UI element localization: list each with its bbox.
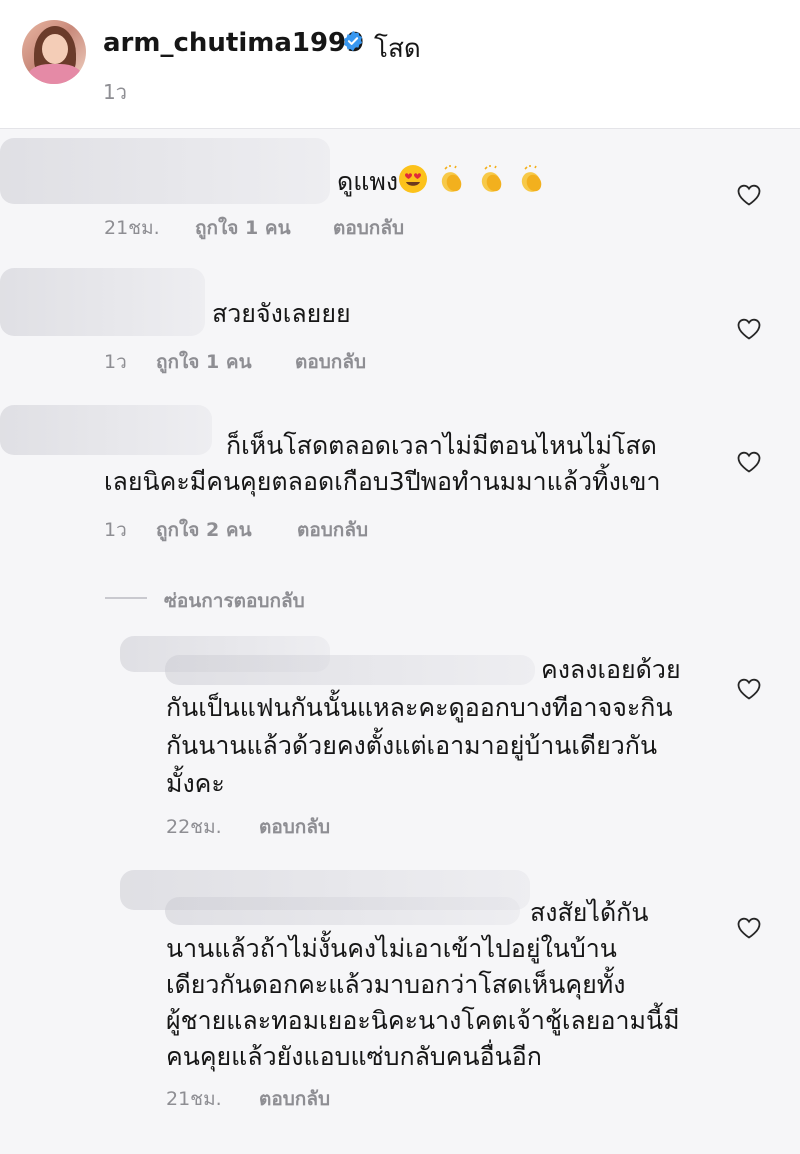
like-heart-icon[interactable] [736, 450, 762, 474]
reply-text-line: กันเป็นแฟนกันนั้นแหละคะดูออกบางทีอาจจะกิ… [166, 693, 673, 722]
reply-text-line: คนคุยแล้วยังแอบแซ่บกลับคนอื่นอีก [166, 1042, 542, 1071]
clapping-hands-emoji-icon [481, 165, 502, 192]
avatar[interactable] [22, 20, 86, 84]
like-heart-icon[interactable] [736, 677, 762, 701]
reply-button[interactable]: ตอบกลับ [295, 347, 366, 377]
reply-text-line: มั้งคะ [166, 769, 225, 798]
blurred-username [0, 138, 330, 204]
blurred-username [0, 268, 205, 336]
comment-text-line: เลยนิคะมีคนคุยตลอดเกือบ3ปีพอทำนมมาแล้วทิ… [104, 467, 661, 496]
blurred-username [165, 655, 535, 685]
replies-divider [105, 597, 147, 599]
comment-text-line: ก็เห็นโสดตลอดเวลาไม่มีตอนไหนไม่โสด [226, 431, 657, 460]
reply-text-line: เดียวกันดอกคะแล้วมาบอกว่าโสดเห็นคุยทั้ง [166, 970, 626, 999]
heart-eyes-emoji-icon [399, 165, 427, 193]
comment-likes[interactable]: ถูกใจ 1 คน [195, 213, 291, 243]
comment-text: สวยจังเลยยย [212, 299, 351, 328]
username[interactable]: arm_chutima1999 [103, 28, 364, 58]
reply-time: 22ชม. [166, 816, 222, 838]
reply-button[interactable]: ตอบกลับ [259, 812, 330, 842]
blurred-username [0, 405, 212, 455]
comment-likes[interactable]: ถูกใจ 2 คน [156, 515, 252, 545]
clapping-hands-emoji-icon [441, 165, 462, 192]
like-heart-icon[interactable] [736, 183, 762, 207]
reply-text-line: ผู้ชายและทอมเยอะนิคะนางโคตเจ้าชู้เลยอามน… [166, 1006, 680, 1035]
verified-badge-icon [343, 30, 363, 52]
clapping-hands-emoji-icon [521, 165, 542, 192]
reply-text-line: นานแล้วถ้าไม่งั้นคงไม่เอาเข้าไปอยู่ในบ้า… [166, 934, 617, 963]
comment-time: 21ชม. [104, 217, 160, 239]
comment-text: ดูแพง [337, 167, 399, 196]
post-caption: โสด [374, 34, 421, 64]
comment-time: 1ว [104, 351, 127, 373]
reply-text-line: คงลงเอยด้วย [541, 655, 681, 684]
reply-button[interactable]: ตอบกลับ [333, 213, 404, 243]
comment-likes[interactable]: ถูกใจ 1 คน [156, 347, 252, 377]
reply-text-line: สงสัยได้กัน [530, 898, 649, 927]
reply-button[interactable]: ตอบกลับ [259, 1084, 330, 1114]
hide-replies-button[interactable]: ซ่อนการตอบกลับ [164, 586, 305, 616]
post-header: arm_chutima1999 โสด 1ว [0, 0, 800, 129]
post-time: 1ว [103, 80, 127, 104]
reply-button[interactable]: ตอบกลับ [297, 515, 368, 545]
blurred-username [165, 897, 520, 925]
reply-text-line: กันนานแล้วด้วยคงตั้งแต่เอามาอยู่บ้านเดีย… [166, 731, 658, 760]
reply-time: 21ชม. [166, 1088, 222, 1110]
comment-time: 1ว [104, 519, 127, 541]
like-heart-icon[interactable] [736, 317, 762, 341]
like-heart-icon[interactable] [736, 916, 762, 940]
